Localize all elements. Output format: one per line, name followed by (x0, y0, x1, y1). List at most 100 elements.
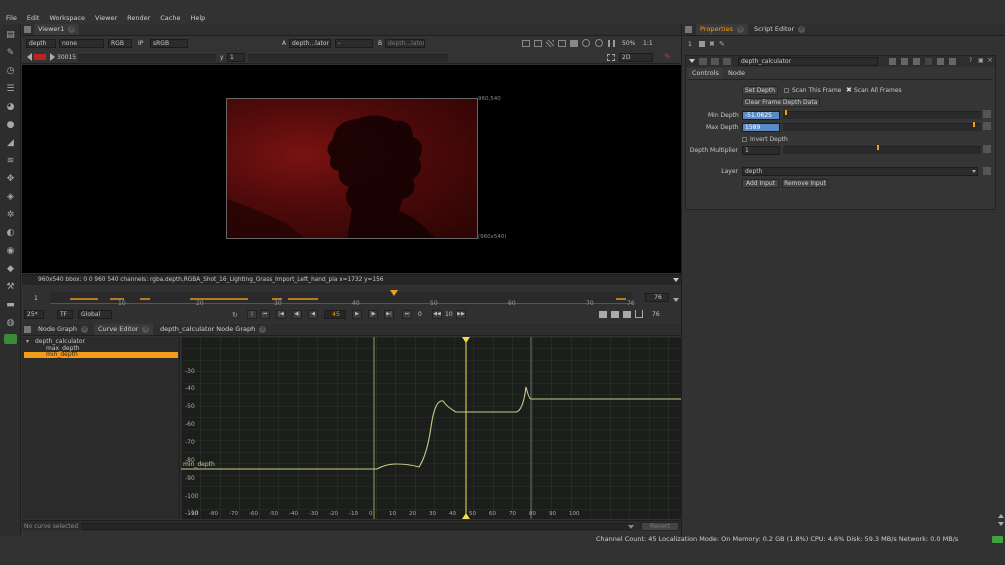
tree-item-min-depth-selected[interactable]: min_depth (24, 351, 178, 358)
collapse-icon[interactable] (689, 59, 695, 63)
view-mode-select[interactable]: 2D (619, 53, 653, 62)
play-end-field[interactable]: 76 (652, 311, 660, 318)
channel-icon[interactable]: ☰ (5, 84, 16, 95)
merge-icon[interactable]: ≋ (5, 156, 16, 167)
prev-frame-icon[interactable] (27, 53, 32, 61)
frame-field[interactable]: 30015 (57, 54, 76, 61)
menu-workspace[interactable]: Workspace (49, 14, 85, 22)
color-swatch-icon[interactable] (949, 58, 956, 65)
close-icon[interactable]: × (736, 25, 744, 33)
add-input-button[interactable]: Add Input (742, 179, 779, 188)
curve-svg[interactable] (181, 337, 681, 519)
max-depth-field[interactable]: 1589 (742, 123, 780, 132)
menu-viewer[interactable]: Viewer (95, 14, 117, 22)
tree-expand-icon[interactable]: ▾ (26, 338, 29, 345)
metadata-icon[interactable]: ◆ (5, 264, 16, 275)
revert-icon[interactable] (913, 58, 920, 65)
scroll-up-icon[interactable] (998, 514, 1004, 518)
tab-controls[interactable]: Controls (688, 68, 723, 79)
pen-icon[interactable]: ✎ (664, 53, 671, 61)
color-icon[interactable]: ◕ (5, 102, 16, 113)
panel-menu-icon[interactable] (685, 26, 692, 33)
undo-icon[interactable] (889, 58, 896, 65)
max-panels-field[interactable]: 1 (688, 41, 692, 48)
close-icon[interactable]: × (80, 325, 88, 333)
animation-menu-icon[interactable] (983, 145, 991, 153)
timeline-end[interactable]: 76 (645, 293, 669, 302)
step-forward-icon[interactable]: |▶ (368, 310, 378, 319)
animation-menu-icon[interactable] (983, 167, 991, 175)
nuke-logo-icon[interactable] (4, 334, 17, 344)
colorspace-select[interactable]: sRGB (150, 39, 188, 48)
node-name-field[interactable]: depth_calculator (738, 57, 878, 66)
timeline-menu-icon[interactable] (673, 298, 679, 302)
node-icon-2[interactable] (711, 58, 719, 65)
tab-properties[interactable]: Properties × (696, 24, 748, 35)
current-frame-field[interactable]: 45 (324, 310, 346, 319)
depth-multiplier-slider-handle[interactable] (877, 145, 879, 150)
invert-depth-checkbox[interactable] (742, 137, 747, 142)
tab-curve-editor[interactable]: Curve Editor × (94, 324, 154, 335)
tab-node[interactable]: Node (724, 68, 749, 79)
ratio-label[interactable]: 1:1 (643, 40, 653, 47)
menu-render[interactable]: Render (127, 14, 150, 22)
menu-file[interactable]: File (6, 14, 17, 22)
timeline-start[interactable]: 1 (34, 295, 38, 302)
particles-icon[interactable]: ✲ (5, 210, 16, 221)
other-icon[interactable]: ▬ (5, 300, 16, 311)
timeline-ruler[interactable] (50, 290, 633, 304)
scan-all-frames-check-icon[interactable]: ✖ (846, 86, 852, 94)
operation-select[interactable]: - (335, 39, 373, 48)
node-icon-3[interactable] (723, 58, 731, 65)
gain-icon[interactable] (595, 39, 603, 47)
mask-icon[interactable] (546, 40, 554, 47)
in-point-icon[interactable]: | (247, 310, 257, 319)
fps-field[interactable]: 25* (24, 310, 44, 319)
scroll-down-icon[interactable] (998, 522, 1004, 526)
last-frame-icon[interactable]: ⏭ (402, 310, 412, 319)
revert-button[interactable]: Revert (641, 522, 679, 531)
play-back-icon[interactable]: ◀ (308, 310, 318, 319)
transform-icon[interactable]: ✥ (5, 174, 16, 185)
cache-icon[interactable] (611, 311, 619, 318)
range-select[interactable]: Global (78, 310, 112, 319)
min-depth-slider-handle[interactable] (785, 110, 787, 115)
animation-menu-icon[interactable] (983, 110, 991, 118)
min-depth-slider[interactable] (783, 111, 981, 119)
zoom-label[interactable]: 50% (622, 40, 635, 47)
animation-menu-icon[interactable] (983, 122, 991, 130)
help-icon[interactable] (925, 58, 932, 65)
flipbook-icon[interactable] (599, 311, 607, 318)
clear-panels-icon[interactable]: ✖ (709, 40, 715, 48)
curve-graph[interactable]: min_depth -40 -50 -60 -70 -80 -90 -100 -… (181, 337, 681, 519)
node-icon-1[interactable] (699, 58, 707, 65)
skip-forward-icon[interactable]: ▶▶ (456, 310, 466, 319)
menu-edit[interactable]: Edit (27, 14, 40, 22)
rgb-select[interactable]: RGB (108, 39, 132, 48)
a-input-select[interactable]: depth...lator (289, 39, 331, 48)
tree-item-depth-calculator[interactable]: depth_calculator (35, 338, 85, 345)
keyer-icon[interactable]: ◢ (5, 138, 16, 149)
draw-icon[interactable]: ✎ (5, 48, 16, 59)
remove-input-button[interactable]: Remove Input (782, 179, 828, 188)
float-window-icon[interactable]: ▣ (978, 57, 984, 64)
tab-script-editor[interactable]: Script Editor × (750, 24, 809, 35)
menu-cache[interactable]: Cache (160, 14, 180, 22)
3d-icon[interactable]: ◈ (5, 192, 16, 203)
wipe-icon[interactable] (558, 40, 566, 47)
pause-icon[interactable] (608, 40, 615, 47)
close-icon[interactable]: × (142, 325, 150, 333)
b-input-select[interactable]: depth...lator (385, 39, 425, 48)
menu-help[interactable]: Help (190, 14, 205, 22)
loop-icon[interactable]: ↻ (232, 311, 238, 319)
depth-multiplier-field[interactable]: 1 (742, 146, 780, 155)
expression-field[interactable] (82, 523, 632, 530)
step-back-icon[interactable]: ◀| (292, 310, 302, 319)
deep-icon[interactable]: ◐ (5, 228, 16, 239)
roi-icon[interactable] (522, 40, 530, 47)
info-expand-icon[interactable] (673, 278, 679, 282)
alpha-select[interactable]: none (59, 39, 104, 48)
depth-multiplier-slider[interactable] (783, 146, 981, 154)
close-icon[interactable]: × (259, 325, 267, 333)
performance-icon[interactable] (992, 536, 1003, 543)
